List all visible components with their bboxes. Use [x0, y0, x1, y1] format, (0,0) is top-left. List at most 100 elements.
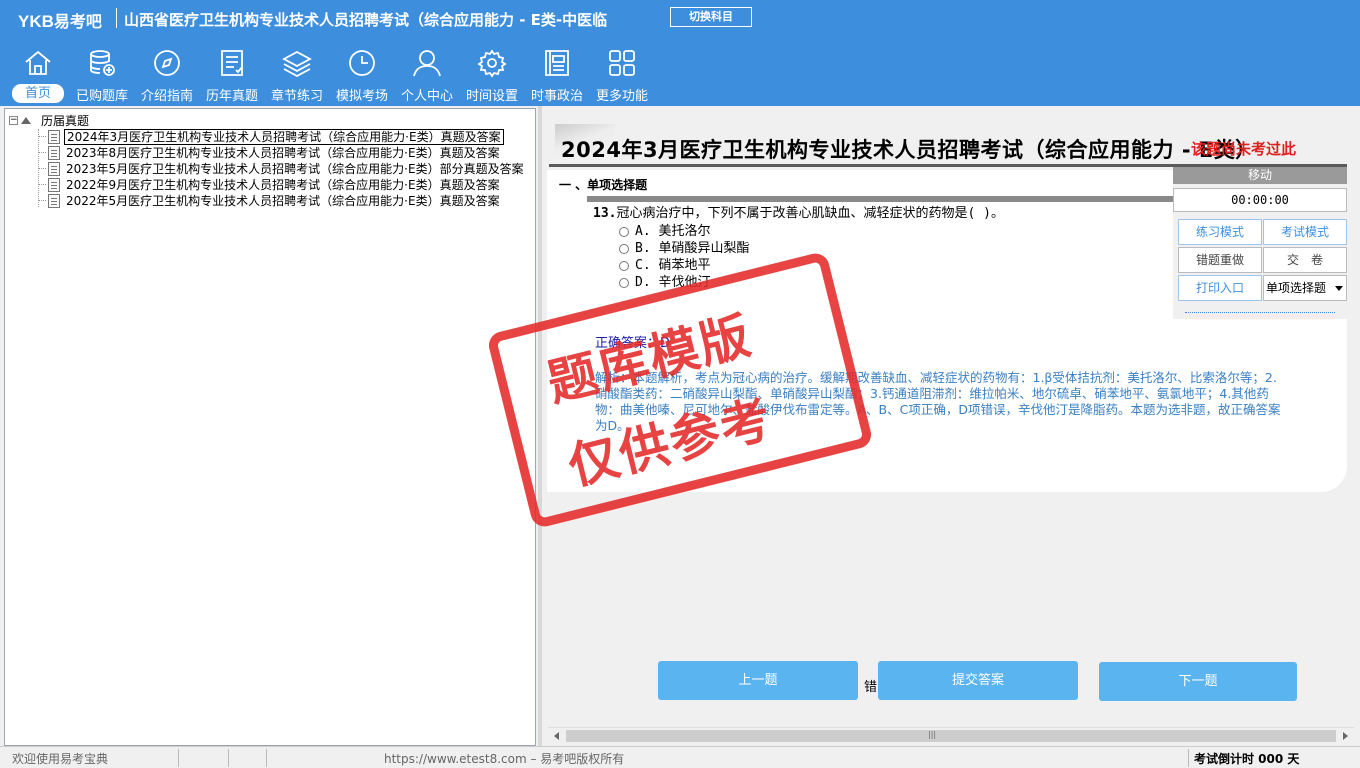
nav-label: 时间设置: [465, 89, 518, 104]
status-divider: [266, 749, 267, 767]
nav-label: 个人中心: [400, 89, 453, 104]
tree-item[interactable]: 2024年3月医疗卫生机构专业技术人员招聘考试（综合应用能力·E类）真题及答案: [38, 128, 504, 145]
document-icon: [48, 145, 60, 160]
nav-personal-center[interactable]: 个人中心: [395, 44, 459, 104]
title-divider: [116, 8, 117, 28]
nav-current-affairs[interactable]: 时事政治: [525, 44, 589, 104]
nav-past-papers[interactable]: 历年真题: [200, 44, 264, 104]
tree-item-label: 2024年3月医疗卫生机构专业技术人员招聘考试（综合应用能力·E类）真题及答案: [64, 129, 504, 145]
paper-tree: − 历届真题 2024年3月医疗卫生机构专业技术人员招聘考试（综合应用能力·E类）…: [4, 108, 536, 746]
tree-item[interactable]: 2022年5月医疗卫生机构专业技术人员招聘考试（综合应用能力·E类）真题及答案: [38, 192, 502, 208]
nav-time-settings[interactable]: 时间设置: [460, 44, 524, 104]
nav-label: 首页: [12, 84, 64, 103]
collapse-toggle-icon[interactable]: −: [9, 116, 18, 125]
scroll-thumb[interactable]: [566, 730, 1336, 742]
section-heading: 一 、单项选择题: [559, 178, 648, 192]
nav-label: 章节练习: [270, 89, 323, 104]
question-stem: 13.冠心病治疗中，下列不属于改善心肌缺血、减轻症状的药物是( )。: [593, 202, 1004, 221]
nav-chapter-practice[interactable]: 章节练习: [265, 44, 329, 104]
header: YKB易考吧 山西省医疗卫生机构专业技术人员招聘考试（综合应用能力 - E类-中…: [0, 0, 1360, 106]
panel-splitter[interactable]: [538, 106, 542, 746]
status-divider: [178, 749, 179, 767]
move-handle[interactable]: 移动: [1173, 167, 1347, 184]
nav-label: 历年真题: [205, 89, 258, 104]
print-entry-button[interactable]: 打印入口: [1178, 275, 1262, 301]
nav-mock-exam[interactable]: 模拟考场: [330, 44, 394, 104]
radio-icon[interactable]: [619, 277, 629, 288]
grip-icon: |||: [928, 730, 937, 739]
status-bar: 欢迎使用易考宝典 https://www.etest8.com – 易考吧版权所…: [0, 746, 1360, 768]
exam-title: 山西省医疗卫生机构专业技术人员招聘考试（综合应用能力 - E类-中医临: [124, 11, 608, 29]
document-icon: [48, 177, 60, 192]
grid-icon: [609, 50, 635, 76]
document-icon: [48, 161, 60, 176]
radio-icon[interactable]: [619, 243, 629, 254]
copyright-text: https://www.etest8.com – 易考吧版权所有: [384, 752, 625, 766]
exam-timer: 00:00:00: [1173, 188, 1347, 212]
tree-item[interactable]: 2023年8月医疗卫生机构专业技术人员招聘考试（综合应用能力·E类）真题及答案: [38, 144, 502, 160]
chevron-down-icon: [1335, 286, 1343, 291]
paper-title: 2024年3月医疗卫生机构专业技术人员招聘考试（综合应用能力 - E类）: [561, 138, 1257, 162]
clock-icon: [349, 50, 375, 76]
status-divider: [1188, 749, 1189, 767]
app-window: YKB易考吧 山西省医疗卫生机构专业技术人员招聘考试（综合应用能力 - E类-中…: [0, 0, 1360, 768]
document-icon: [48, 129, 60, 144]
tree-item-label: 2022年9月医疗卫生机构专业技术人员招聘考试（综合应用能力·E类）真题及答案: [66, 178, 500, 192]
redo-wrong-button[interactable]: 错题重做: [1178, 247, 1262, 273]
nav-label: 介绍指南: [140, 89, 193, 104]
nav-label: 更多功能: [595, 89, 648, 104]
compass-icon: [154, 50, 180, 76]
nav-label: 时事政治: [530, 89, 583, 104]
main-nav: 首页 已购题库 介绍指南 历年真题 章节练习 模拟考场 个人中心 时间设置 时事…: [0, 44, 700, 104]
nav-home[interactable]: 首页: [6, 44, 70, 104]
tree-root-label: 历届真题: [41, 114, 90, 128]
option-d[interactable]: D. 辛伐他汀: [619, 271, 711, 290]
option-key: D.: [635, 275, 651, 290]
app-logo: YKB易考吧: [18, 8, 102, 32]
folder-arrow-icon: [21, 117, 31, 124]
tree-item[interactable]: 2023年5月医疗卫生机构专业技术人员招聘考试（综合应用能力·E类）部分真题及答…: [38, 160, 526, 176]
submit-paper-button[interactable]: 交 卷: [1263, 247, 1347, 273]
scroll-right-icon[interactable]: [1343, 732, 1348, 740]
horizontal-scrollbar[interactable]: |||: [548, 727, 1354, 743]
database-icon: [90, 50, 115, 76]
exam-control-panel: 移动 00:00:00 练习模式 考试模式 错题重做 交 卷 打印入口 单项选择…: [1173, 167, 1347, 319]
next-question-button[interactable]: 下一题: [1099, 662, 1297, 701]
not-tested-note: 该题尚未考过此: [1191, 140, 1297, 158]
tree-item[interactable]: 2022年9月医疗卫生机构专业技术人员招聘考试（综合应用能力·E类）真题及答案: [38, 176, 502, 192]
news-icon: [545, 50, 569, 76]
scroll-left-icon[interactable]: [554, 732, 559, 740]
question-number: 13.: [593, 206, 617, 221]
question-text: 冠心病治疗中，下列不属于改善心肌缺血、减轻症状的药物是( )。: [616, 206, 1004, 221]
radio-icon[interactable]: [619, 226, 629, 237]
submit-answer-button[interactable]: 提交答案: [878, 661, 1078, 700]
tree-item-label: 2023年5月医疗卫生机构专业技术人员招聘考试（综合应用能力·E类）部分真题及答…: [66, 162, 524, 176]
nav-guide[interactable]: 介绍指南: [135, 44, 199, 104]
radio-icon[interactable]: [619, 260, 629, 271]
correct-answer: 正确答案：D: [595, 336, 671, 351]
tree-item-label: 2023年8月医疗卫生机构专业技术人员招聘考试（综合应用能力·E类）真题及答案: [66, 146, 500, 160]
welcome-text: 欢迎使用易考宝典: [12, 752, 109, 766]
home-icon: [25, 50, 51, 75]
layers-icon: [282, 50, 312, 78]
exam-countdown: 考试倒计时 000 天: [1194, 752, 1300, 766]
practice-mode-button[interactable]: 练习模式: [1178, 219, 1262, 245]
user-icon: [413, 50, 441, 77]
switch-subject-button[interactable]: 切换科目: [670, 7, 752, 27]
nav-more[interactable]: 更多功能: [590, 44, 654, 104]
option-text: 辛伐他汀: [658, 275, 711, 290]
panel-divider: [1185, 312, 1335, 313]
prev-question-button[interactable]: 上一题: [658, 661, 858, 700]
answer-analysis: 解析：本题解析，考点为冠心病的治疗。缓解期改善缺血、减轻症状的药物有：1.β受体…: [595, 370, 1281, 433]
nav-label: 已购题库: [75, 89, 128, 104]
select-value: 单项选择题: [1266, 281, 1327, 295]
status-divider: [228, 749, 229, 767]
nav-label: 模拟考场: [335, 89, 388, 104]
gear-icon: [477, 49, 507, 78]
title-bar: YKB易考吧 山西省医疗卫生机构专业技术人员招聘考试（综合应用能力 - E类-中…: [0, 0, 1360, 36]
tree-root[interactable]: − 历届真题: [9, 112, 89, 128]
tree-item-label: 2022年5月医疗卫生机构专业技术人员招聘考试（综合应用能力·E类）真题及答案: [66, 194, 500, 208]
question-type-select[interactable]: 单项选择题: [1263, 275, 1347, 301]
nav-purchased[interactable]: 已购题库: [70, 44, 134, 104]
exam-mode-button[interactable]: 考试模式: [1263, 219, 1347, 245]
